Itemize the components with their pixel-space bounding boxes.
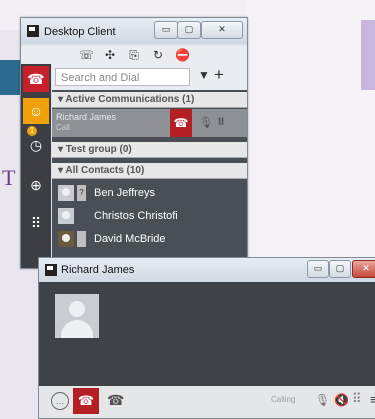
app-logo-icon [27,25,39,37]
call-status: Calling [271,395,296,404]
contact-row[interactable]: ? Ben Jeffreys [52,182,247,204]
mute-icon[interactable]: 🎙 [199,116,213,129]
minimize-button[interactable]: ▭ [154,21,178,39]
contact-row[interactable]: David McBride [52,228,247,250]
call-controls-bar: … ☎ ☎ Calling 🎙 🔇 ⠿ ≡ [39,386,375,418]
toolbar: ☏ ✣ ⎘ ↻ ⛔ [21,46,247,64]
close-button[interactable]: ✕ [201,21,243,39]
contact-name: Christos Christofi [94,210,178,222]
globe-icon[interactable]: ⊕ [23,172,49,198]
call-forward-icon[interactable]: ☏ [79,46,94,64]
call-title-bar: Richard James ▭ ▢ ✕ [39,258,375,282]
maximize-button[interactable]: ▢ [329,260,351,278]
phone-icon[interactable]: ☎ [107,392,124,409]
background-window-edge [0,60,20,95]
group-test[interactable]: ▾ Test group (0) [52,142,247,158]
speaker-icon[interactable]: 🔇 [334,393,349,407]
dnd-icon[interactable]: ⛔ [175,46,190,64]
contact-row[interactable]: Christos Christofi [52,205,247,227]
app-logo-icon [45,264,57,276]
group-all-contacts[interactable]: ▾ All Contacts (10) [52,163,247,179]
hangup-button[interactable]: ☎ [170,109,192,137]
caller-avatar [55,294,99,338]
background-window [247,0,375,258]
phone-icon[interactable]: ☎ [23,66,49,92]
presence-icon [77,231,86,247]
contact-name: David McBride [94,233,166,245]
minimize-button[interactable]: ▭ [307,260,329,278]
background-letter: T [2,165,16,190]
transfer-icon[interactable]: ✣ [103,46,117,64]
maximize-button[interactable]: ▢ [177,21,201,39]
dialpad-icon[interactable]: ⠿ [23,210,49,236]
sidebar: ☎ ☺ 1 ◷ ⊕ ⠿ [21,64,51,268]
presence-icon: ? [77,185,86,201]
conference-icon[interactable]: ⎘ [127,46,141,64]
hold-icon[interactable]: II [218,116,224,128]
avatar [58,231,74,247]
title-bar: Desktop Client ▭ ▢ ✕ [21,18,247,44]
more-icon[interactable]: ≡ [370,392,375,407]
search-input[interactable]: Search and Dial [55,68,190,86]
desktop-client-window: Desktop Client ▭ ▢ ✕ ☏ ✣ ⎘ ↻ ⛔ ☎ ☺ 1 ◷ ⊕… [20,17,248,269]
call-status: Call [56,123,70,132]
callback-icon[interactable]: ↻ [151,46,165,64]
active-call-row[interactable]: Richard James Call ☎ 🎙 II [52,109,247,137]
call-body [39,282,375,386]
call-window-title: Richard James [61,264,135,276]
dialpad-icon[interactable]: ⠿ [352,391,362,407]
contact-name: Ben Jeffreys [94,187,155,199]
hangup-button[interactable]: ☎ [73,388,99,414]
window-title: Desktop Client [44,26,116,38]
avatar [58,208,74,224]
main-panel: Search and Dial ▼ + ▾ Active Communicati… [52,64,247,268]
contacts-icon[interactable]: ☺ [23,98,49,124]
call-window: Richard James ▭ ▢ ✕ … ☎ ☎ Calling 🎙 🔇 ⠿ … [38,257,375,419]
avatar [58,185,74,201]
close-button[interactable]: ✕ [352,260,375,278]
filter-icon[interactable]: ▼ [198,68,210,82]
chat-icon[interactable]: … [51,392,69,410]
caller-name: Richard James [56,112,117,122]
add-icon[interactable]: + [214,65,224,85]
history-icon[interactable]: ◷ [23,132,49,158]
mute-icon[interactable]: 🎙 [315,393,330,407]
group-active-communications[interactable]: ▾ Active Communications (1) [52,92,247,108]
